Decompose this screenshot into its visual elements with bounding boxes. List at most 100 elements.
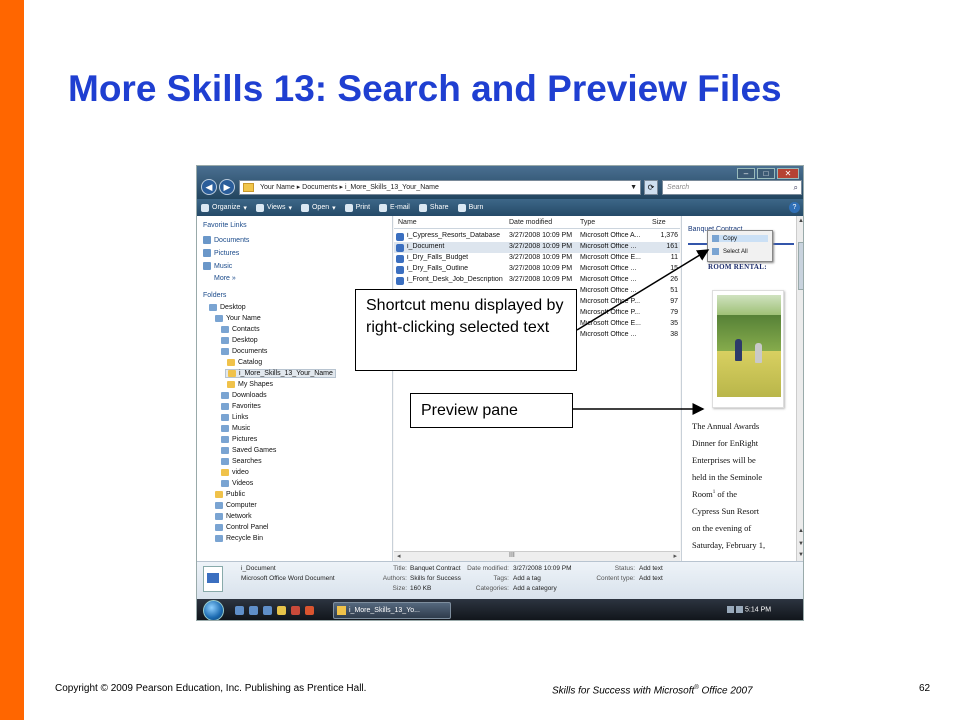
maximize-button[interactable]: □ — [757, 168, 775, 179]
minimize-button[interactable]: – — [737, 168, 755, 179]
more-link[interactable]: More » — [214, 275, 236, 282]
tree-item[interactable]: Links — [221, 414, 248, 421]
details-status-label: Status: — [614, 565, 635, 572]
column-size[interactable]: Size — [652, 219, 666, 226]
copy-menu-item[interactable]: Copy — [712, 235, 768, 242]
volume-tray-icon[interactable] — [736, 606, 743, 613]
tree-item[interactable]: video — [221, 469, 249, 476]
address-input[interactable]: Your Name ▸ Documents ▸ i_More_Skills_13… — [239, 180, 641, 195]
tree-item[interactable]: Desktop — [209, 304, 246, 311]
quick-launch-icon[interactable] — [249, 606, 258, 615]
tree-item[interactable]: Catalog — [227, 359, 262, 366]
taskbar-explorer-button[interactable]: i_More_Skills_13_Yo... — [333, 602, 451, 619]
tree-item[interactable]: Documents — [221, 348, 267, 355]
desktop-icon — [209, 304, 217, 311]
forward-button[interactable]: ▶ — [219, 179, 235, 195]
scroll-thumb[interactable] — [798, 242, 803, 290]
file-type: Microsoft Office A... — [580, 232, 641, 239]
file-icon — [396, 244, 404, 252]
favorite-label: Music — [214, 262, 233, 270]
tree-item[interactable]: Public — [215, 491, 245, 498]
print-button[interactable]: Print — [344, 203, 370, 212]
tree-item[interactable]: Music — [221, 425, 250, 432]
tree-item[interactable]: Contacts — [221, 326, 260, 333]
preview-text-line: on the evening of — [692, 523, 752, 533]
scroll-right-icon[interactable]: ▸ — [673, 552, 677, 560]
views-button[interactable]: Views ▾ — [255, 203, 292, 212]
burn-button[interactable]: Burn — [457, 203, 484, 212]
column-headers: Name Date modified Type Size — [394, 216, 680, 229]
column-name[interactable]: Name — [398, 219, 417, 226]
start-button[interactable] — [203, 600, 224, 620]
file-row[interactable]: i_Dry_Falls_Budget 3/27/2008 10:09 PM Micr… — [394, 253, 680, 264]
computer-icon — [215, 502, 223, 509]
tree-item[interactable]: Control Panel — [215, 524, 268, 531]
taskbar: i_More_Skills_13_Yo... 5:14 PM — [197, 599, 803, 620]
details-content-type-value[interactable]: Add text — [639, 575, 663, 582]
tree-item[interactable]: Network — [215, 513, 252, 520]
horizontal-scrollbar[interactable]: ◂ III ▸ — [394, 551, 680, 561]
refresh-button[interactable]: ⟳ — [644, 180, 658, 195]
tree-item[interactable]: Downloads — [221, 392, 267, 399]
tree-item[interactable]: Favorites — [221, 403, 261, 410]
page-up-icon[interactable]: ▲ — [798, 528, 803, 534]
details-tags-value[interactable]: Add a tag — [513, 575, 541, 582]
scroll-left-icon[interactable]: ◂ — [397, 552, 401, 560]
search-input[interactable]: Search ⌕ — [662, 180, 802, 195]
tree-item[interactable]: Desktop — [221, 337, 258, 344]
details-status-value[interactable]: Add text — [639, 565, 663, 572]
tree-item[interactable]: Your Name — [215, 315, 261, 322]
favorite-pictures[interactable]: Pictures — [203, 249, 239, 257]
organize-button[interactable]: Organize ▾ — [201, 203, 247, 212]
scroll-down-icon[interactable]: ▼ — [798, 552, 803, 558]
scroll-up-icon[interactable]: ▲ — [798, 218, 803, 224]
quick-launch-icon[interactable] — [263, 606, 272, 615]
network-tray-icon[interactable] — [727, 606, 734, 613]
scroll-thumb-grip[interactable]: III — [509, 552, 515, 559]
window-controls: – □ ✕ — [737, 168, 799, 179]
quick-launch-icon[interactable] — [291, 606, 300, 615]
folder-icon — [337, 606, 346, 615]
quick-launch-icon[interactable] — [235, 606, 244, 615]
file-row[interactable]: i_Front_Desk_Job_Description 3/27/2008 10… — [394, 275, 680, 286]
search-icon[interactable]: ⌕ — [794, 181, 798, 194]
chevron-down-icon[interactable]: ▼ — [630, 181, 637, 194]
email-button[interactable]: E-mail — [379, 203, 410, 212]
file-row-selected[interactable]: i_Document 3/27/2008 10:09 PM Microsoft Of… — [394, 242, 680, 253]
column-type[interactable]: Type — [580, 219, 595, 226]
clock[interactable]: 5:14 PM — [745, 606, 771, 613]
details-categories-value[interactable]: Add a category — [513, 585, 557, 592]
favorite-music[interactable]: Music — [203, 262, 232, 270]
page-down-icon[interactable]: ▼ — [798, 541, 803, 547]
burn-label: Burn — [468, 204, 484, 211]
quick-launch-icon[interactable] — [305, 606, 314, 615]
tree-item[interactable]: Computer — [215, 502, 257, 509]
preview-scrollbar[interactable]: ▲ ▲ ▼ ▼ — [796, 216, 803, 561]
column-date[interactable]: Date modified — [509, 219, 552, 226]
file-row[interactable]: i_Dry_Falls_Outline 3/27/2008 10:09 PM Mic… — [394, 264, 680, 275]
tree-item[interactable]: Recycle Bin — [215, 535, 263, 542]
copyright-footer: Copyright © 2009 Pearson Education, Inc.… — [55, 683, 367, 694]
tree-item[interactable]: Pictures — [221, 436, 257, 443]
tree-item[interactable]: Saved Games — [221, 447, 276, 454]
select-all-menu-item[interactable]: Select All — [712, 248, 748, 255]
tree-item[interactable]: My Shapes — [227, 381, 273, 388]
file-icon — [396, 266, 404, 274]
documents-icon — [221, 348, 229, 355]
tree-item-selected[interactable]: i_More_Skills_13_Your_Name — [225, 369, 336, 378]
close-button[interactable]: ✕ — [777, 168, 799, 179]
tree-item[interactable]: Videos — [221, 480, 253, 487]
back-button[interactable]: ◀ — [201, 179, 217, 195]
help-icon[interactable]: ? — [789, 202, 800, 213]
open-button[interactable]: Open ▾ — [300, 203, 336, 212]
command-bar: Organize ▾ Views ▾ Open ▾ Print E-mail S… — [197, 199, 803, 216]
tree-item[interactable]: Searches — [221, 458, 262, 465]
favorite-documents[interactable]: Documents — [203, 236, 249, 244]
preview-text-line: held in the Seminole — [692, 472, 763, 482]
details-categories-label: Categories: — [475, 585, 509, 592]
file-size: 26 — [670, 276, 678, 283]
file-date: 3/27/2008 10:09 PM — [509, 254, 573, 261]
quick-launch-icon[interactable] — [277, 606, 286, 615]
file-row[interactable]: i_Cypress_Resorts_Database 3/27/2008 10:0… — [394, 231, 680, 242]
share-button[interactable]: Share — [418, 203, 449, 212]
